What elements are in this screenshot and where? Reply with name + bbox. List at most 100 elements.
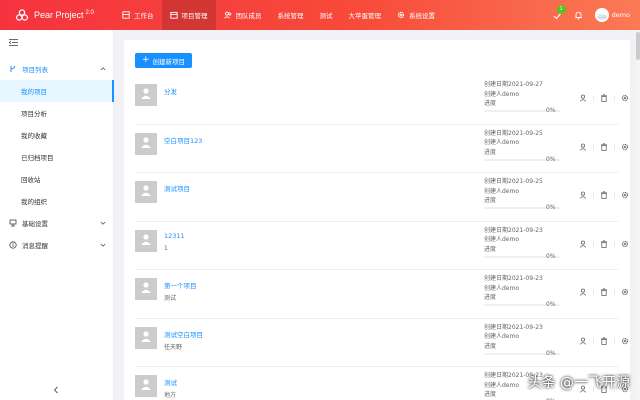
plus-icon: + xyxy=(142,55,150,65)
gear-icon[interactable] xyxy=(621,94,629,102)
action-divider xyxy=(593,192,594,198)
sidebar-item-archived[interactable]: 已归档项目 xyxy=(0,146,114,168)
sidebar-item-my-projects[interactable]: 我的项目 xyxy=(0,80,114,102)
nav-big-apple-management[interactable]: 大苹蛋管理 xyxy=(341,0,390,30)
project-actions xyxy=(579,142,630,151)
nav-label: 系统管理 xyxy=(277,12,304,20)
project-progress-label: 进度 xyxy=(484,148,497,156)
sidebar-item-my-favorites[interactable]: 我的收藏 xyxy=(0,124,114,146)
member-icon[interactable] xyxy=(579,240,587,248)
delete-icon[interactable] xyxy=(600,142,608,151)
action-divider xyxy=(593,95,594,101)
create-project-label: 创建新项目 xyxy=(152,57,186,66)
chevron-left-icon[interactable] xyxy=(52,386,60,394)
notification-badge: 1 xyxy=(556,4,566,14)
bell-button[interactable] xyxy=(574,11,583,20)
sidebar-item-label: 我的组织 xyxy=(21,198,47,206)
project-description: 任天野 xyxy=(164,343,183,351)
project-meta: 创建日期2021-09-23 创建人demo 进度 xyxy=(484,226,584,255)
sidebar-item-project-analysis[interactable]: 项目分析 xyxy=(0,102,114,124)
project-cover[interactable] xyxy=(135,326,157,349)
gear-icon[interactable] xyxy=(621,240,629,248)
project-name[interactable]: 测试项目 xyxy=(164,183,190,193)
pear-logo-icon xyxy=(16,9,28,21)
project-name[interactable]: 12311 xyxy=(164,232,185,240)
member-icon[interactable] xyxy=(579,143,587,151)
gear-icon[interactable] xyxy=(621,143,629,151)
project-cover[interactable] xyxy=(135,278,157,300)
member-icon[interactable] xyxy=(579,288,587,296)
nav-test[interactable]: 测试 xyxy=(312,0,341,30)
page-scrollbar[interactable] xyxy=(636,30,640,400)
top-header: Pear Project 2.0 工作台 项目管理 团队成员 系统管理 测试 大苹… xyxy=(0,0,640,30)
project-actions xyxy=(579,288,630,296)
nav-label: 项目管理 xyxy=(181,12,208,20)
chevron-up-icon xyxy=(100,67,106,71)
nav-project-management[interactable]: 项目管理 xyxy=(161,0,216,30)
user-placeholder-icon xyxy=(141,88,151,99)
project-list-icon xyxy=(10,65,16,72)
nav-system-management[interactable]: 系统管理 xyxy=(270,0,312,30)
project-name[interactable]: 测试 xyxy=(164,377,177,387)
action-divider xyxy=(614,95,615,101)
menu-group-messages[interactable]: 消息提醒 xyxy=(0,234,114,256)
action-divider xyxy=(614,192,615,198)
menu-group-basic-settings[interactable]: 基础设置 xyxy=(0,212,114,234)
avatar[interactable] xyxy=(594,8,609,22)
delete-icon[interactable] xyxy=(600,191,608,199)
project-name[interactable]: 空白项目123 xyxy=(164,135,202,145)
nav-team-members[interactable]: 团队成员 xyxy=(216,0,270,30)
gear-icon[interactable] xyxy=(621,337,629,345)
menu-group-project-list[interactable]: 项目列表 xyxy=(0,58,114,80)
task-button[interactable]: 1 xyxy=(553,4,566,20)
project-progress-percent: 0% xyxy=(546,155,556,163)
project-actions xyxy=(579,94,630,102)
gear-icon[interactable] xyxy=(621,288,629,296)
menu-fold-icon[interactable] xyxy=(9,39,18,46)
sidebar-item-my-organization[interactable]: 我的组织 xyxy=(0,190,114,212)
sidebar-item-recycle-bin[interactable]: 回收站 xyxy=(0,168,114,190)
user-name[interactable]: demo xyxy=(612,11,630,19)
header-right: 1 demo xyxy=(541,0,630,30)
project-created-date: 创建日期2021-09-25 xyxy=(484,178,543,185)
nav-workbench[interactable]: 工作台 xyxy=(114,0,162,30)
user-placeholder-icon xyxy=(141,185,151,196)
project-progress-percent: 0% xyxy=(546,107,556,114)
delete-icon[interactable] xyxy=(600,336,608,345)
scrollbar-thumb[interactable] xyxy=(636,32,640,60)
table-row: 12311 1 创建日期2021-09-23 创建人demo 进度 0% xyxy=(135,222,629,270)
project-cover[interactable] xyxy=(135,181,157,203)
delete-icon[interactable] xyxy=(600,239,608,248)
project-name[interactable]: 第一个项目 xyxy=(164,280,197,290)
delete-icon[interactable] xyxy=(600,94,608,102)
brand-name: Pear Project 2.0 xyxy=(34,10,94,20)
project-progress-percent: 0% xyxy=(546,252,556,260)
project-description: 1 xyxy=(164,244,168,252)
project-name[interactable]: 测试空白项目 xyxy=(164,329,203,339)
brand[interactable]: Pear Project 2.0 xyxy=(0,0,114,30)
project-progress-label: 进度 xyxy=(484,342,497,350)
project-cover[interactable] xyxy=(135,229,157,252)
delete-icon[interactable] xyxy=(600,288,608,296)
project-progress-label: 进度 xyxy=(484,197,497,204)
project-created-date: 创建日期2021-09-23 xyxy=(484,275,543,282)
project-creator: 创建人demo xyxy=(484,236,520,243)
project-progress-label: 进度 xyxy=(484,100,497,107)
project-name[interactable]: 分发 xyxy=(164,86,177,96)
nav-system-settings[interactable]: 系统设置 xyxy=(389,0,443,30)
member-icon[interactable] xyxy=(579,94,587,102)
create-project-button[interactable]: + 创建新项目 xyxy=(135,53,193,68)
project-progress-label: 进度 xyxy=(484,294,497,301)
project-cover[interactable] xyxy=(135,375,157,397)
project-cover[interactable] xyxy=(135,84,157,106)
nav-label: 测试 xyxy=(319,12,333,20)
member-icon[interactable] xyxy=(579,191,587,199)
project-description: 地方 xyxy=(164,392,177,399)
project-cover[interactable] xyxy=(135,132,157,155)
sidebar: 项目列表 我的项目 项目分析 我的收藏 已归档项目 回收站 我的组织 基础设置 … xyxy=(0,30,114,400)
gear-icon[interactable] xyxy=(621,191,629,199)
avatar-cloud-icon xyxy=(594,8,609,22)
member-icon[interactable] xyxy=(579,337,587,345)
table-row: 测试项目 创建日期2021-09-25 创建人demo 进度 0% xyxy=(135,173,629,222)
nav-label: 系统设置 xyxy=(409,12,435,20)
